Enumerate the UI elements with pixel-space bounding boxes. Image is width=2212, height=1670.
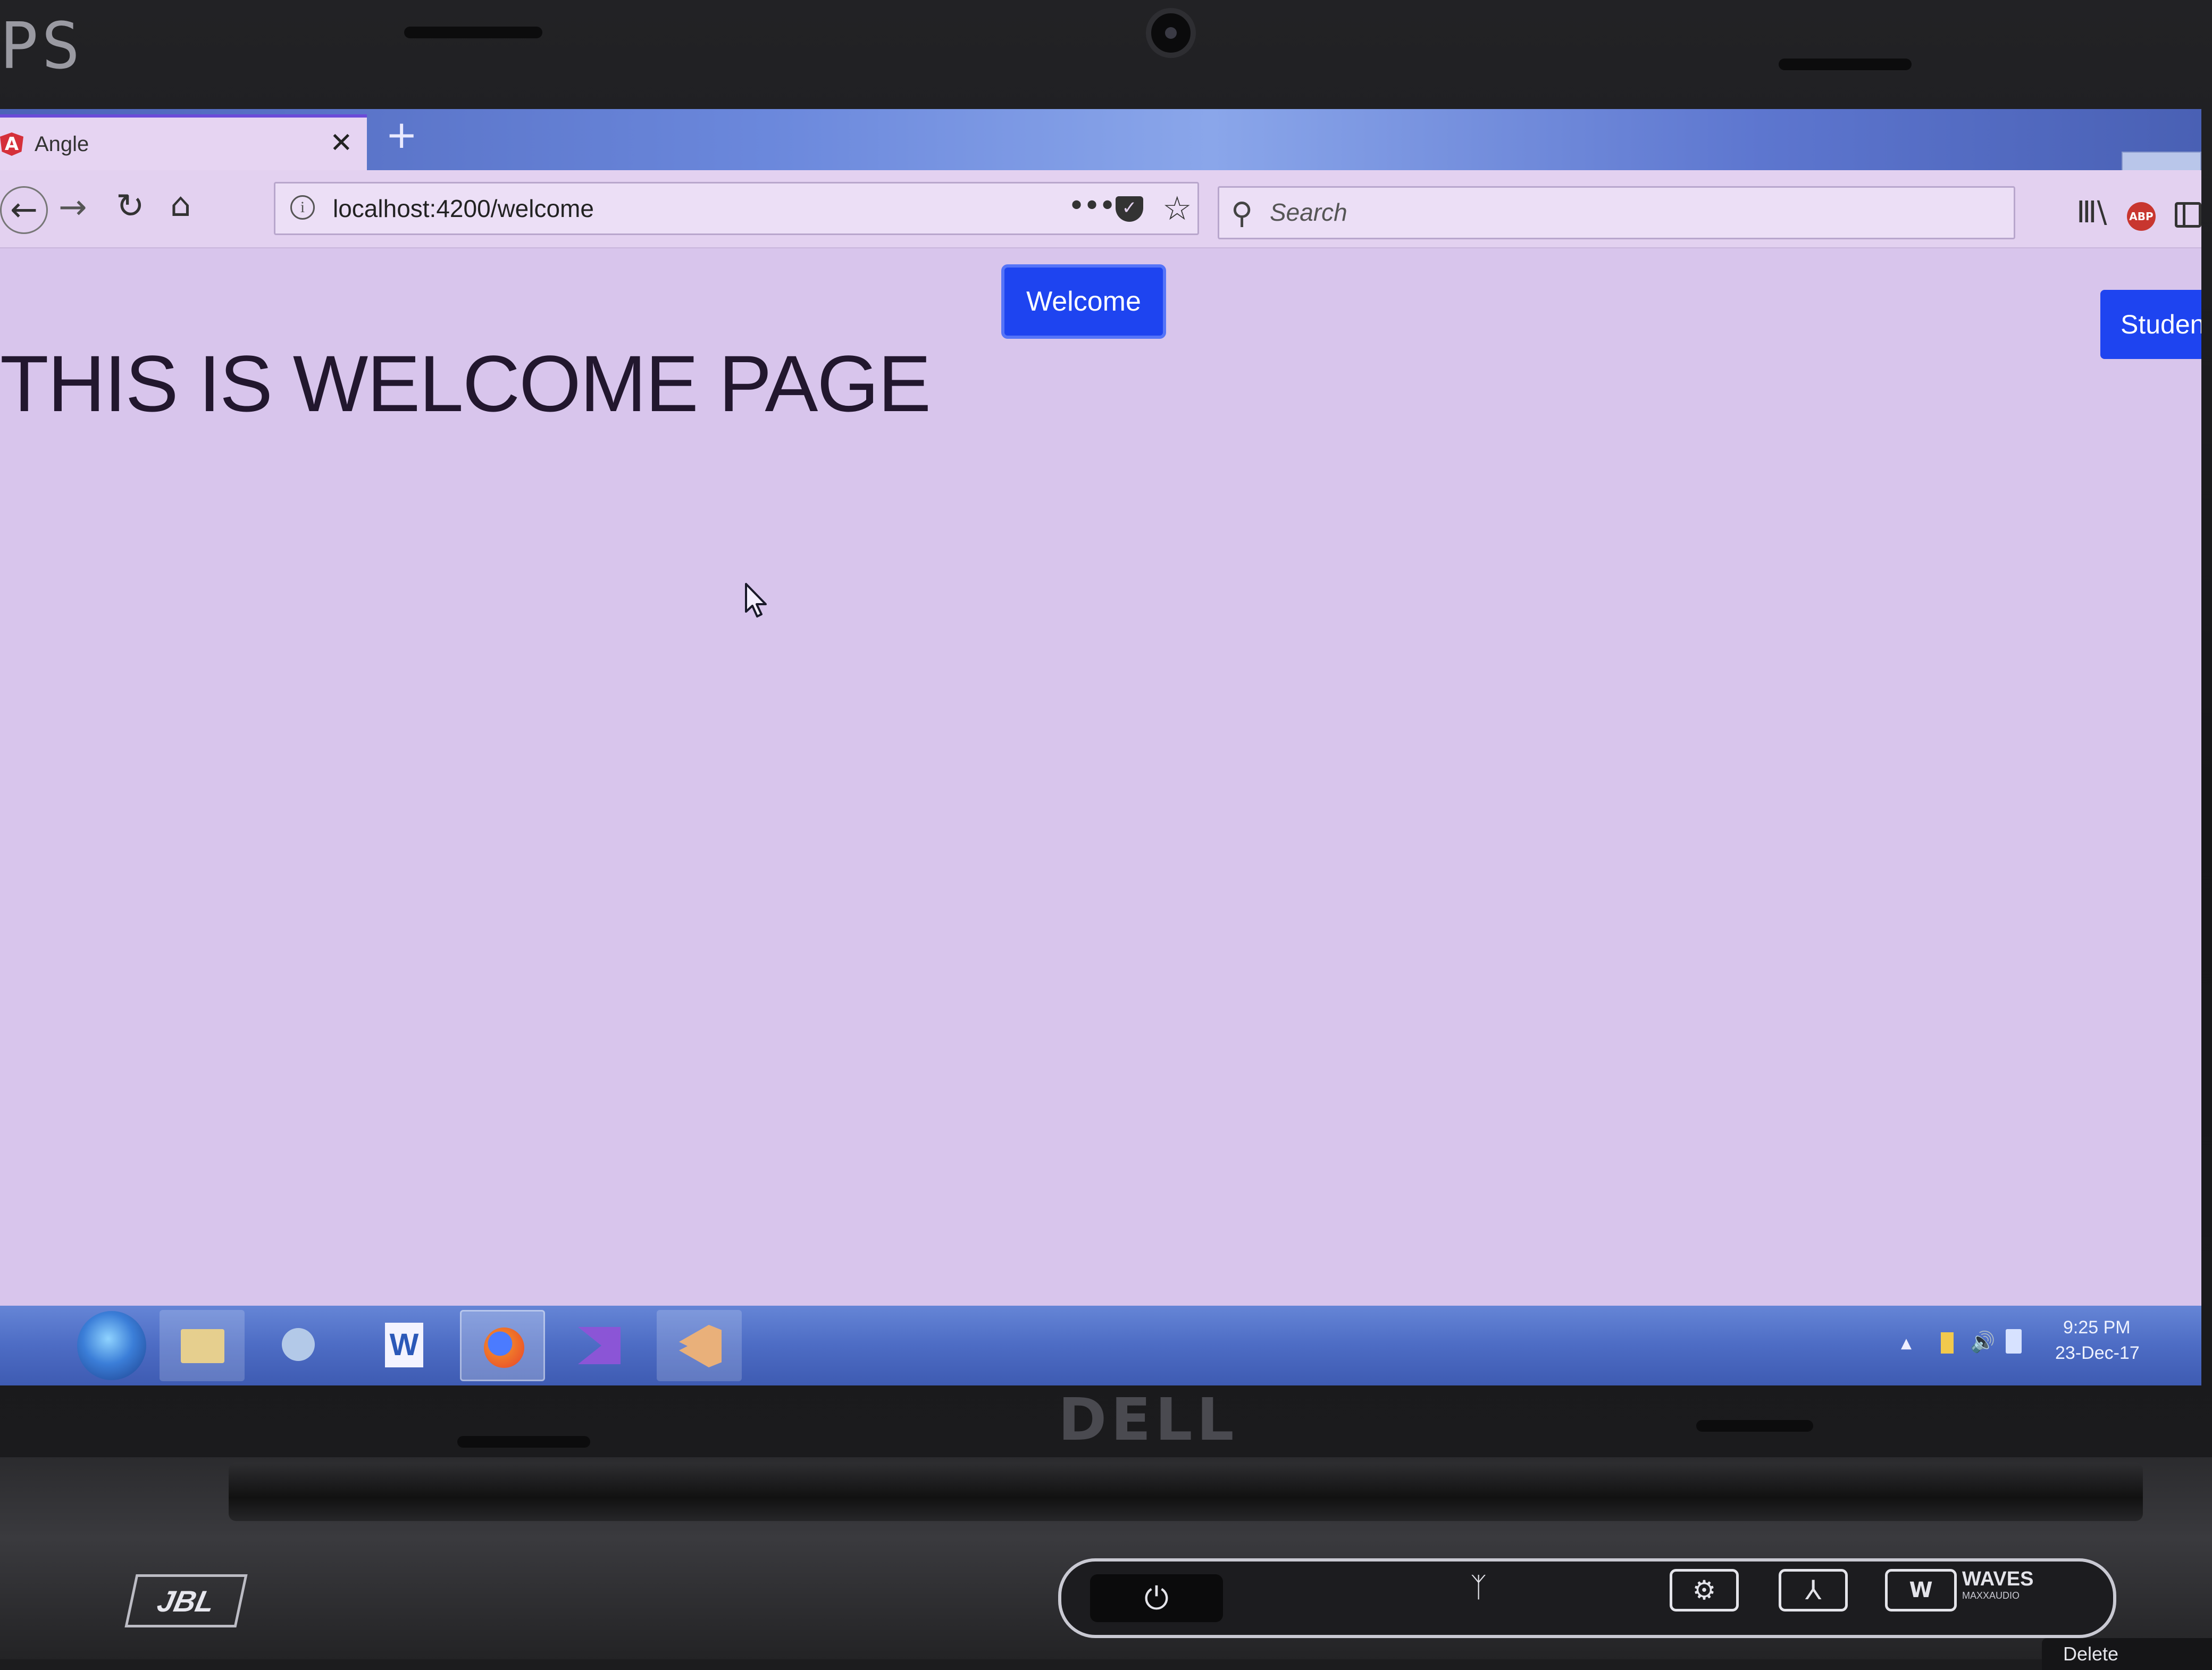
taskbar-file-explorer[interactable]: [160, 1310, 245, 1381]
library-icon[interactable]: Ⅲ\: [2076, 198, 2107, 228]
forward-button[interactable]: →: [58, 190, 87, 224]
site-info-icon[interactable]: i: [290, 195, 315, 220]
back-button[interactable]: ←: [0, 186, 48, 234]
adblock-icon[interactable]: ABP: [2127, 202, 2156, 231]
welcome-button[interactable]: Welcome: [1001, 264, 1166, 339]
clock-time[interactable]: 9:25 PM: [2063, 1317, 2131, 1338]
volume-icon[interactable]: 🔊: [1970, 1330, 1995, 1354]
mouse-cursor-icon: [745, 583, 767, 617]
bezel-label: PS: [0, 10, 83, 84]
bezel-slot-left: [404, 27, 542, 38]
student-button[interactable]: Student: [2100, 290, 2201, 359]
taskbar-visual-studio[interactable]: [556, 1310, 641, 1381]
dell-logo: DELL: [1058, 1385, 1238, 1454]
page-actions-icon[interactable]: •••: [1068, 189, 1116, 223]
page-heading: THIS IS WELCOME PAGE: [0, 339, 931, 428]
url-bar[interactable]: i localhost:4200/welcome ••• ✓ ☆: [274, 182, 1199, 235]
browser-tab-angle[interactable]: A Angle ✕: [0, 114, 367, 170]
close-tab-icon[interactable]: ✕: [330, 129, 353, 157]
battery-icon[interactable]: [2006, 1329, 2022, 1354]
network-key-icon[interactable]: ⅄: [1779, 1569, 1848, 1611]
waves-sub-label: MAXXAUDIO: [1962, 1590, 2020, 1601]
waves-key-icon[interactable]: W: [1885, 1569, 1957, 1611]
delete-key[interactable]: Delete: [2042, 1638, 2212, 1670]
navigation-toolbar: ← → ↻ ⌂ i localhost:4200/welcome ••• ✓ ☆…: [0, 170, 2201, 248]
taskbar-word[interactable]: [362, 1310, 447, 1381]
network-icon[interactable]: [1941, 1332, 1954, 1354]
start-button[interactable]: [77, 1311, 146, 1380]
taskbar-firefox[interactable]: [460, 1310, 545, 1381]
tray-overflow-icon[interactable]: ▲: [1901, 1335, 1912, 1351]
wireless-icon: ᛉ: [1470, 1572, 1487, 1604]
search-bar[interactable]: ⚲: [1218, 186, 2015, 239]
bezel-slot-right: [1779, 59, 1912, 70]
power-button[interactable]: ⏻: [1090, 1574, 1223, 1622]
search-icon: ⚲: [1231, 196, 1253, 231]
taskbar: ▲ 🔊 9:25 PM 23-Dec-17: [0, 1306, 2201, 1385]
bookmark-star-icon[interactable]: ☆: [1162, 189, 1192, 228]
taskbar-vs-code[interactable]: [657, 1310, 742, 1381]
bezel-slot-bottom-right: [1696, 1420, 1813, 1432]
clock-date[interactable]: 23-Dec-17: [2055, 1343, 2140, 1364]
page-content: Welcome Student THIS IS WELCOME PAGE: [0, 247, 2201, 1306]
sidebar-icon[interactable]: [2175, 202, 2201, 228]
search-input[interactable]: [1270, 195, 2004, 229]
waves-label: WAVES: [1962, 1568, 2034, 1590]
settings-key-icon[interactable]: ⚙: [1670, 1569, 1739, 1611]
bezel-slot-bottom-left: [457, 1436, 590, 1448]
taskbar-messenger[interactable]: [255, 1310, 340, 1381]
url-text[interactable]: localhost:4200/welcome: [333, 194, 594, 223]
laptop-hinge: [229, 1463, 2143, 1521]
angular-favicon-icon: A: [0, 132, 23, 156]
tab-strip: A Angle ✕ +: [0, 109, 2201, 178]
pocket-icon[interactable]: ✓: [1116, 196, 1143, 222]
reload-button[interactable]: ↻: [116, 189, 145, 223]
jbl-logo: JBL: [124, 1574, 248, 1627]
new-tab-button[interactable]: +: [386, 115, 417, 154]
screen: A Angle ✕ + ← → ↻ ⌂ i localhost:4200/wel…: [0, 109, 2201, 1385]
home-button[interactable]: ⌂: [170, 188, 191, 221]
tab-title: Angle: [35, 132, 89, 156]
webcam-icon: [1146, 8, 1196, 58]
